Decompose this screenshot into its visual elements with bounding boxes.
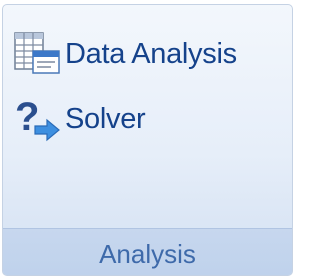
solver-button[interactable]: ? Solver bbox=[13, 95, 146, 142]
analysis-group: Data Analysis ? Solver Analysis bbox=[2, 4, 293, 276]
solver-label: Solver bbox=[65, 102, 146, 135]
ribbon-frame: Data Analysis ? Solver Analysis bbox=[0, 0, 297, 278]
group-label: Analysis bbox=[99, 238, 196, 269]
data-analysis-icon bbox=[13, 31, 63, 77]
data-analysis-button[interactable]: Data Analysis bbox=[13, 31, 237, 77]
data-analysis-label: Data Analysis bbox=[65, 37, 237, 70]
group-label-bar: Analysis bbox=[3, 228, 292, 275]
solver-icon: ? bbox=[13, 95, 63, 142]
